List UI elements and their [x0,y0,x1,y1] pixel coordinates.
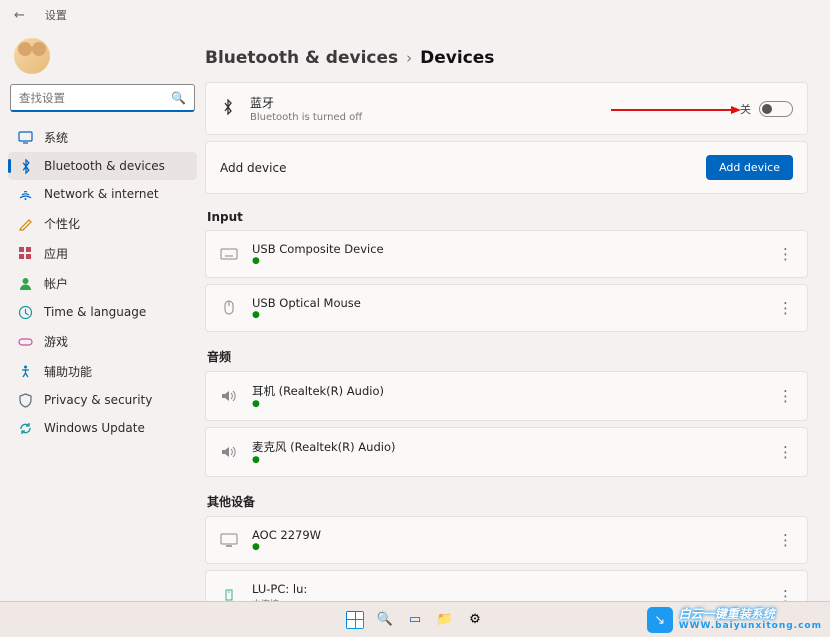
mouse-icon [220,301,238,315]
device-name: 耳机 (Realtek(R) Audio) [252,383,384,399]
device-card[interactable]: 耳机 (Realtek(R) Audio)●⋮ [205,371,808,421]
nav-item-priv[interactable]: Privacy & security [8,386,197,414]
nav-item-sys[interactable]: 系统 [8,122,197,152]
bt-icon [18,159,33,174]
search-icon: 🔍 [171,91,186,105]
sound-icon [220,445,238,459]
nav-label: Privacy & security [44,393,152,407]
section-title-other: 其他设备 [207,493,808,510]
device-card[interactable]: 麦克风 (Realtek(R) Audio)●⋮ [205,427,808,477]
nav-item-upd[interactable]: Windows Update [8,414,197,442]
taskbar: 🔍 ▭ 📁 ⚙ [0,601,830,637]
section-title-input: Input [207,210,808,224]
add-device-label: Add device [220,161,286,175]
nav-label: 游戏 [44,333,68,350]
nav-label: Network & internet [44,187,159,201]
device-name: 麦克风 (Realtek(R) Audio) [252,439,395,455]
chevron-right-icon: › [406,49,412,67]
sidebar: 🔍 系统 Bluetooth & devices Network & interne… [0,30,205,637]
add-device-card: Add device Add device [205,141,808,194]
priv-icon [18,393,33,408]
device-name: AOC 2279W [252,528,321,542]
toggle-state-label: 关 [740,101,751,117]
device-name: USB Optical Mouse [252,296,361,310]
device-menu-button[interactable]: ⋮ [778,389,793,404]
explorer-icon[interactable]: 📁 [433,608,457,632]
search-field[interactable] [19,91,171,105]
bluetooth-icon [220,99,236,119]
kb-icon [220,247,238,261]
section-title-audio: 音频 [207,348,808,365]
task-view-icon[interactable]: ▭ [403,608,427,632]
nav-label: Windows Update [44,421,145,435]
game-icon [18,334,33,349]
nav-label: 辅助功能 [44,363,92,380]
nav-item-bt[interactable]: Bluetooth & devices [8,152,197,180]
taskbar-search-icon[interactable]: 🔍 [373,608,397,632]
device-card[interactable]: USB Optical Mouse●⋮ [205,284,808,332]
nav-label: 应用 [44,245,68,262]
breadcrumb-current: Devices [420,48,494,68]
nav-label: Bluetooth & devices [44,159,165,173]
nav-label: 帐户 [44,275,68,292]
bluetooth-title: 蓝牙 [250,94,362,111]
nav-label: 个性化 [44,215,80,232]
sound-icon [220,389,238,403]
device-menu-button[interactable]: ⋮ [778,533,793,548]
device-name: LU-PC: lu: [252,582,307,596]
main-content: Bluetooth & devices › Devices 蓝牙 Bluetoo… [205,30,830,637]
nav-item-acct[interactable]: 帐户 [8,268,197,298]
window-title: 设置 [45,7,67,23]
device-menu-button[interactable]: ⋮ [778,247,793,262]
upd-icon [18,421,33,436]
nav-item-time[interactable]: Time & language [8,298,197,326]
nav-item-apps[interactable]: 应用 [8,238,197,268]
search-input[interactable]: 🔍 [10,84,195,112]
nav-item-acc[interactable]: 辅助功能 [8,356,197,386]
pers-icon [18,216,33,231]
annotation-arrow [611,105,741,115]
apps-icon [18,246,33,261]
nav-item-net[interactable]: Network & internet [8,180,197,208]
device-menu-button[interactable]: ⋮ [778,301,793,316]
mon-icon [220,533,238,547]
device-card[interactable]: USB Composite Device●⋮ [205,230,808,278]
sys-icon [18,130,33,145]
bluetooth-toggle[interactable] [759,101,793,117]
nav-label: Time & language [44,305,146,319]
breadcrumb-parent[interactable]: Bluetooth & devices [205,48,398,68]
time-icon [18,305,33,320]
nav-list: 系统 Bluetooth & devices Network & internet 个… [8,122,197,442]
acct-icon [18,276,33,291]
device-menu-button[interactable]: ⋮ [778,445,793,460]
breadcrumb: Bluetooth & devices › Devices [205,48,808,68]
acc-icon [18,364,33,379]
settings-taskbar-icon[interactable]: ⚙ [463,608,487,632]
start-button[interactable] [343,608,367,632]
add-device-button[interactable]: Add device [706,155,793,180]
device-card[interactable]: AOC 2279W●⋮ [205,516,808,564]
nav-item-pers[interactable]: 个性化 [8,208,197,238]
nav-label: 系统 [44,129,68,146]
bluetooth-card: 蓝牙 Bluetooth is turned off 关 [205,82,808,135]
bluetooth-subtitle: Bluetooth is turned off [250,112,362,123]
back-button[interactable]: ← [14,8,25,23]
net-icon [18,187,33,202]
user-avatar[interactable] [14,38,50,74]
device-name: USB Composite Device [252,242,384,256]
nav-item-game[interactable]: 游戏 [8,326,197,356]
